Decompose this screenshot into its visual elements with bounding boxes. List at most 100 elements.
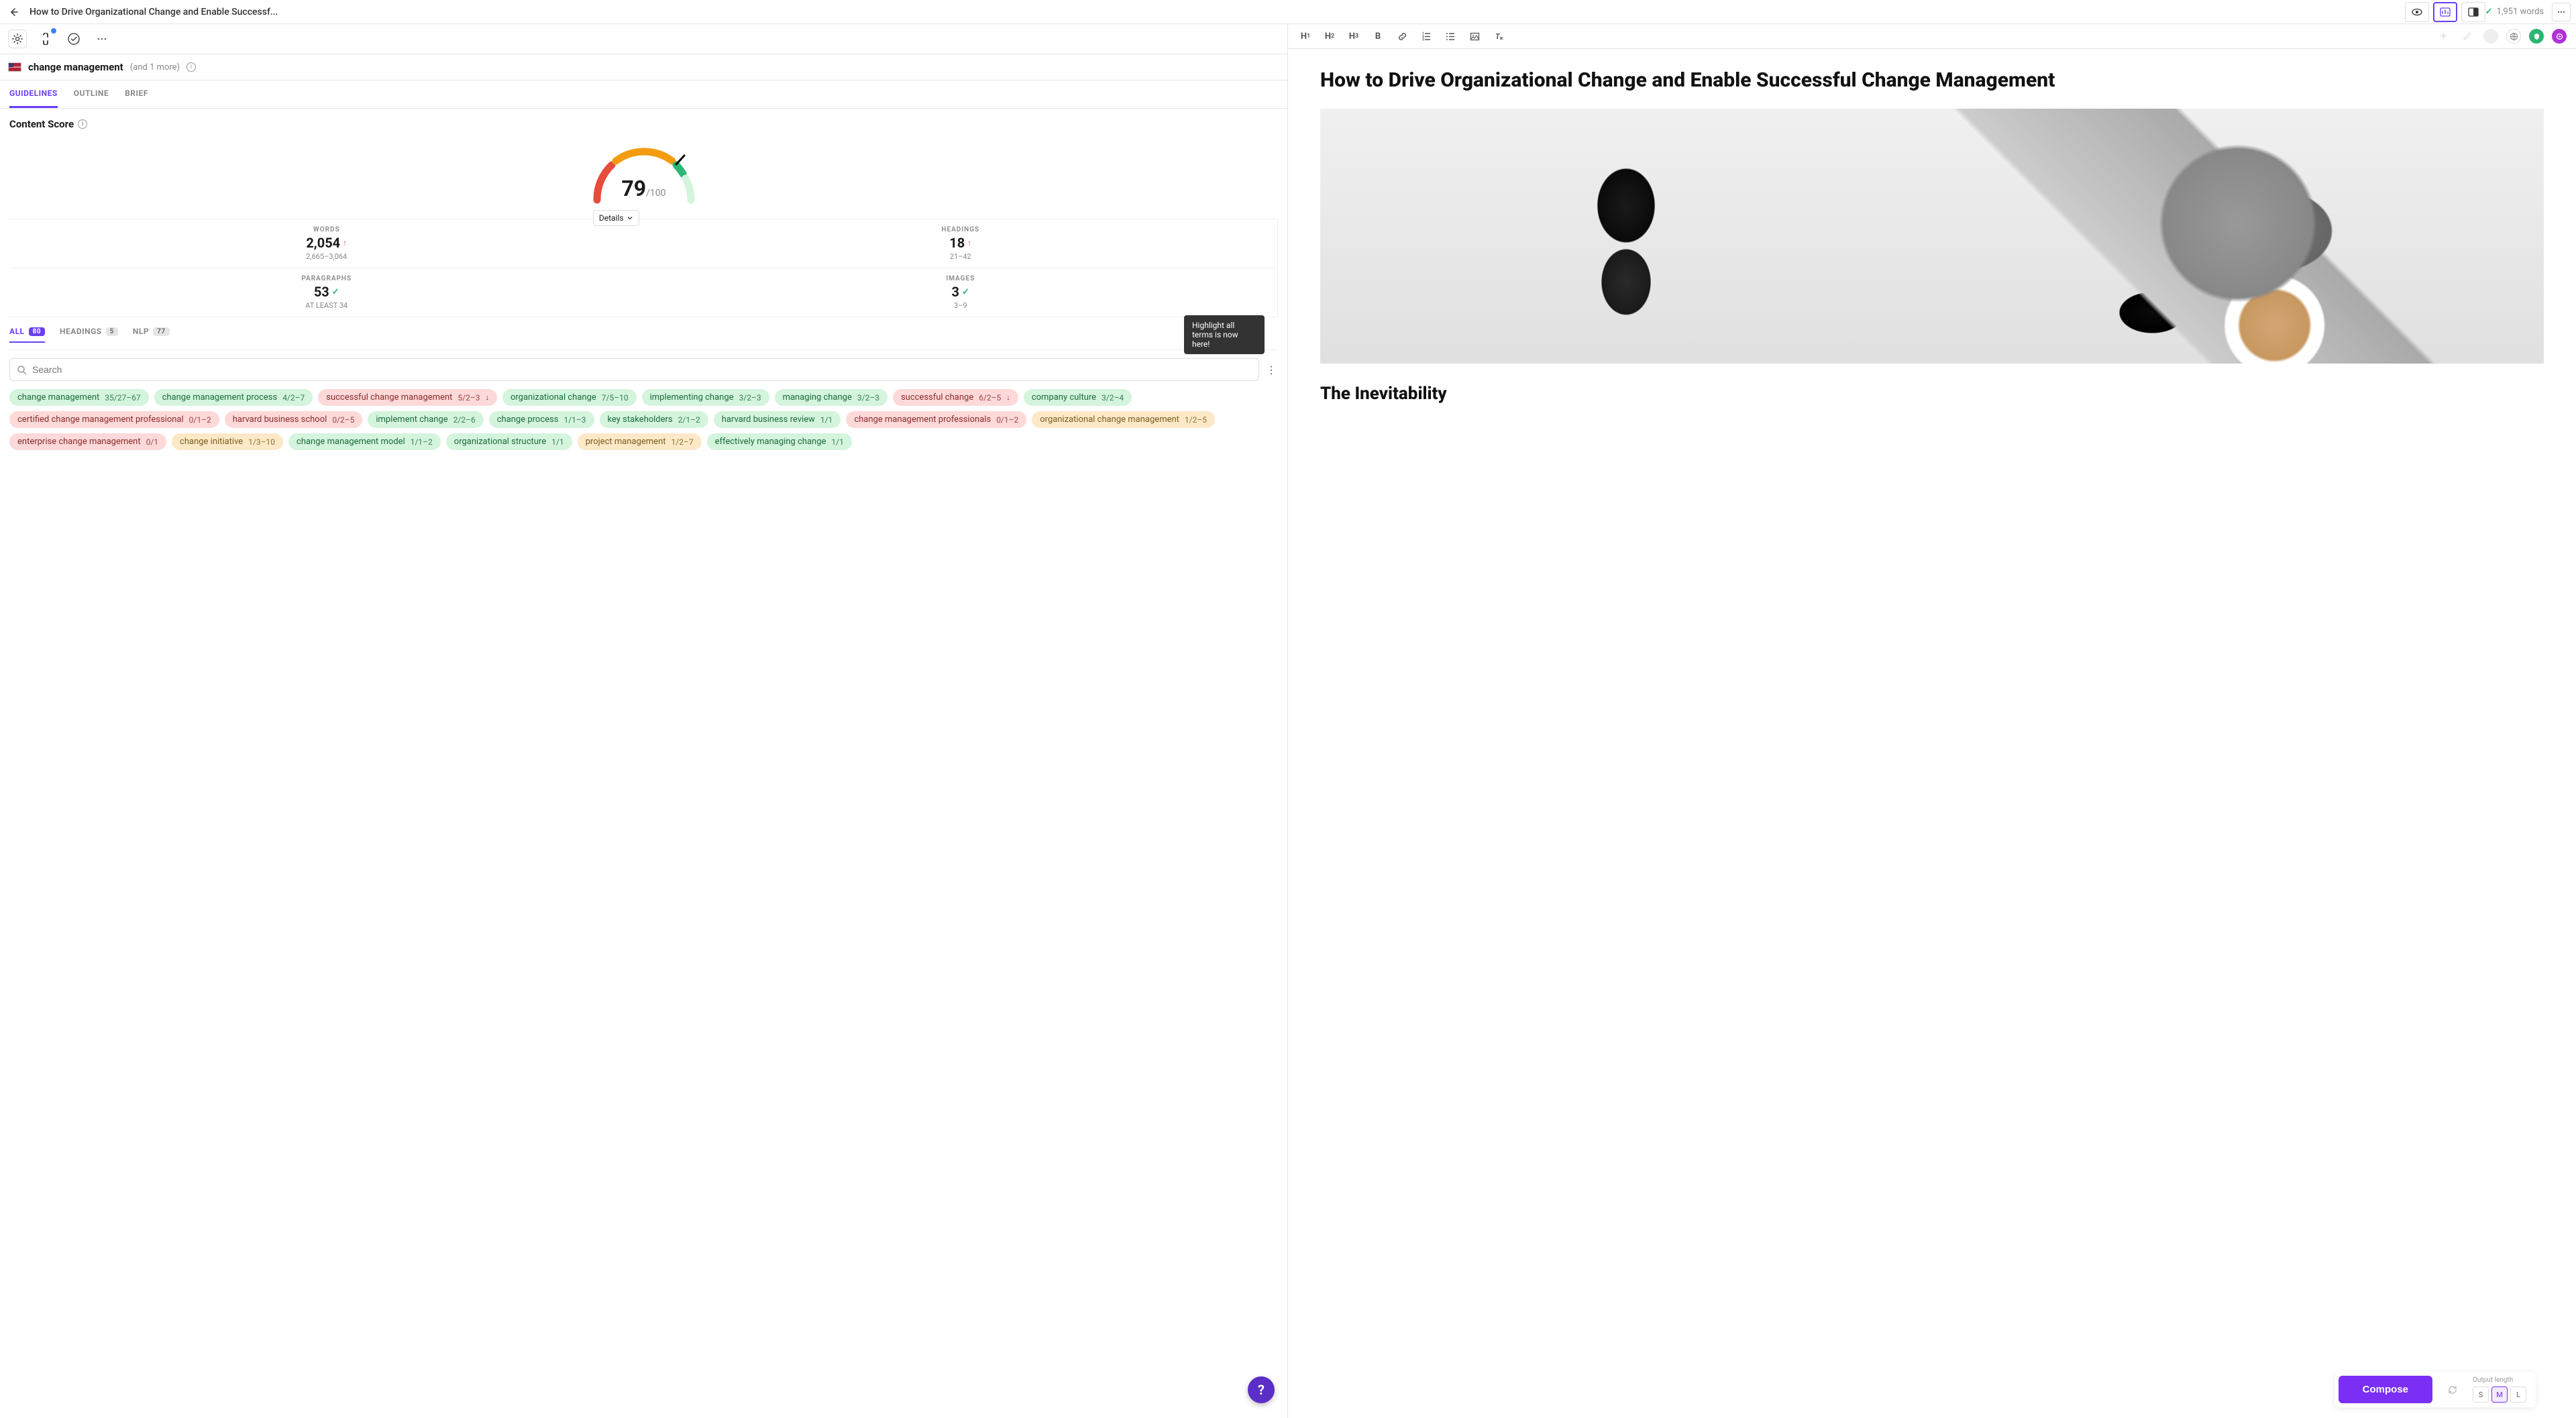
- compose-button[interactable]: Compose: [2339, 1376, 2432, 1403]
- ai-sparkle-button[interactable]: [2435, 28, 2451, 44]
- svg-text:3: 3: [1422, 38, 1424, 42]
- filter-headings[interactable]: HEADINGS 5: [60, 327, 118, 343]
- term-pill[interactable]: change management model1/1–2: [288, 433, 441, 450]
- format-h3-button[interactable]: H3: [1346, 28, 1362, 44]
- view-split-button[interactable]: [2461, 2, 2485, 22]
- term-pill[interactable]: company culture 3/2–4: [1024, 389, 1132, 406]
- tab-brief[interactable]: BRIEF: [125, 80, 148, 108]
- term-pill[interactable]: project management1/2–7: [578, 433, 702, 450]
- info-icon[interactable]: i: [186, 62, 196, 72]
- editor-content[interactable]: How to Drive Organizational Change and E…: [1288, 49, 2576, 1418]
- term-text: enterprise change management: [17, 437, 141, 447]
- term-text: change management professionals: [854, 415, 991, 425]
- more-menu-button[interactable]: [2552, 3, 2571, 21]
- format-image-button[interactable]: [1466, 28, 1483, 44]
- term-text: company culture: [1032, 392, 1096, 402]
- term-pill[interactable]: successful change management5/2–3↓: [318, 389, 497, 406]
- flag-us-icon: [8, 62, 21, 72]
- status-badge-gray[interactable]: [2483, 29, 2498, 44]
- term-pill[interactable]: change management35/27–67: [9, 389, 149, 406]
- term-pill[interactable]: organizational structure1/1: [446, 433, 572, 450]
- left-panel: change management (and 1 more) i GUIDELI…: [0, 24, 1288, 1418]
- term-pill[interactable]: key stakeholders2/1–2: [600, 411, 708, 428]
- top-bar: How to Drive Organizational Change and E…: [0, 0, 2576, 24]
- term-count: 1/1: [820, 415, 833, 425]
- term-text: successful change management: [326, 392, 452, 402]
- term-pill[interactable]: managing change3/2–3: [775, 389, 888, 406]
- format-h2-button[interactable]: H2: [1322, 28, 1338, 44]
- info-icon[interactable]: i: [78, 119, 87, 129]
- filter-nlp[interactable]: NLP 77: [133, 327, 170, 343]
- check-icon: ✓: [332, 287, 339, 297]
- view-guidelines-button[interactable]: [2433, 2, 2457, 22]
- term-pill[interactable]: implement change2/2–6: [368, 411, 483, 428]
- compose-bar: Compose Output length S M L: [2334, 1372, 2536, 1407]
- shield-badge[interactable]: [2529, 29, 2544, 44]
- term-text: organizational structure: [454, 437, 546, 447]
- word-count: ✓ 1,951 words: [2485, 7, 2544, 17]
- length-m-button[interactable]: M: [2491, 1386, 2508, 1403]
- format-ul-button[interactable]: [1442, 28, 1458, 44]
- filter-all[interactable]: ALL 80: [9, 327, 45, 343]
- format-clear-button[interactable]: T: [1491, 28, 1507, 44]
- term-pill[interactable]: change management professionals0/1–2: [846, 411, 1026, 428]
- format-bold-button[interactable]: B: [1370, 28, 1386, 44]
- term-count: 5/2–3: [458, 393, 480, 402]
- document-h2[interactable]: The Inevitability: [1320, 384, 2544, 404]
- length-l-button[interactable]: L: [2510, 1386, 2526, 1403]
- edit-button[interactable]: [2459, 28, 2475, 44]
- term-text: successful change: [901, 392, 973, 402]
- term-pill[interactable]: organizational change management1/2–5: [1032, 411, 1215, 428]
- search-input[interactable]: [32, 364, 1252, 375]
- highlight-tooltip: Highlight all terms is now here!: [1184, 315, 1265, 354]
- format-ol-button[interactable]: 123: [1418, 28, 1434, 44]
- length-s-button[interactable]: S: [2473, 1386, 2489, 1403]
- term-pill[interactable]: implementing change3/2–3: [642, 389, 769, 406]
- search-options-button[interactable]: ⋮: [1265, 364, 1278, 376]
- term-pill[interactable]: change initiative1/3–10: [172, 433, 283, 450]
- term-text: certified change management professional: [17, 415, 184, 425]
- score-value: 79: [621, 176, 646, 201]
- term-text: change initiative: [180, 437, 243, 447]
- term-pill[interactable]: organizational change7/5–10: [502, 389, 637, 406]
- search-box[interactable]: [9, 358, 1259, 381]
- document-h1[interactable]: How to Drive Organizational Change and E…: [1320, 69, 2544, 93]
- document-title: How to Drive Organizational Change and E…: [30, 7, 278, 17]
- more-actions-button[interactable]: [93, 30, 111, 48]
- approve-button[interactable]: [64, 30, 83, 48]
- globe-button[interactable]: [2506, 29, 2521, 44]
- term-pill[interactable]: successful change6/2–5↓: [893, 389, 1018, 406]
- arrow-up-icon: ↑: [967, 238, 971, 248]
- term-pill[interactable]: harvard business review 1/1: [714, 411, 841, 428]
- term-count: 3/2–4: [1102, 393, 1124, 402]
- term-pill[interactable]: enterprise change management0/1: [9, 433, 166, 450]
- term-count: 35/27–67: [105, 393, 140, 402]
- format-link-button[interactable]: [1394, 28, 1410, 44]
- score-gauge: 79/100: [584, 140, 704, 207]
- term-text: organizational change management: [1040, 415, 1179, 425]
- term-pill[interactable]: harvard business school0/2–5: [225, 411, 363, 428]
- help-button[interactable]: ?: [1248, 1376, 1275, 1403]
- format-h1-button[interactable]: H1: [1297, 28, 1313, 44]
- tab-guidelines[interactable]: GUIDELINES: [9, 80, 58, 108]
- format-toolbar: H1 H2 H3 B 123 T: [1288, 24, 2576, 49]
- term-pill[interactable]: effectively managing change1/1: [707, 433, 852, 450]
- term-text: harvard business review: [722, 415, 815, 425]
- term-pill[interactable]: change process1/1–3: [489, 411, 594, 428]
- stat-headings: HEADINGS 18↑ 21–42: [644, 219, 1279, 268]
- view-preview-button[interactable]: [2405, 2, 2429, 22]
- refresh-icon[interactable]: [2445, 1382, 2461, 1398]
- settings-button[interactable]: [8, 30, 27, 48]
- back-button[interactable]: [5, 4, 21, 20]
- term-count: 4/2–7: [282, 393, 305, 402]
- details-button[interactable]: Details: [593, 210, 639, 226]
- term-text: managing change: [783, 392, 852, 402]
- user-avatar[interactable]: [2552, 29, 2567, 44]
- term-pill[interactable]: change management process4/2–7: [154, 389, 313, 406]
- link-button[interactable]: [36, 30, 55, 48]
- word-count-text: 1,951 words: [2496, 7, 2544, 17]
- term-pill[interactable]: certified change management professional…: [9, 411, 219, 428]
- term-count: 6/2–5: [979, 393, 1001, 402]
- tab-outline[interactable]: OUTLINE: [74, 80, 109, 108]
- hero-image[interactable]: [1320, 109, 2544, 364]
